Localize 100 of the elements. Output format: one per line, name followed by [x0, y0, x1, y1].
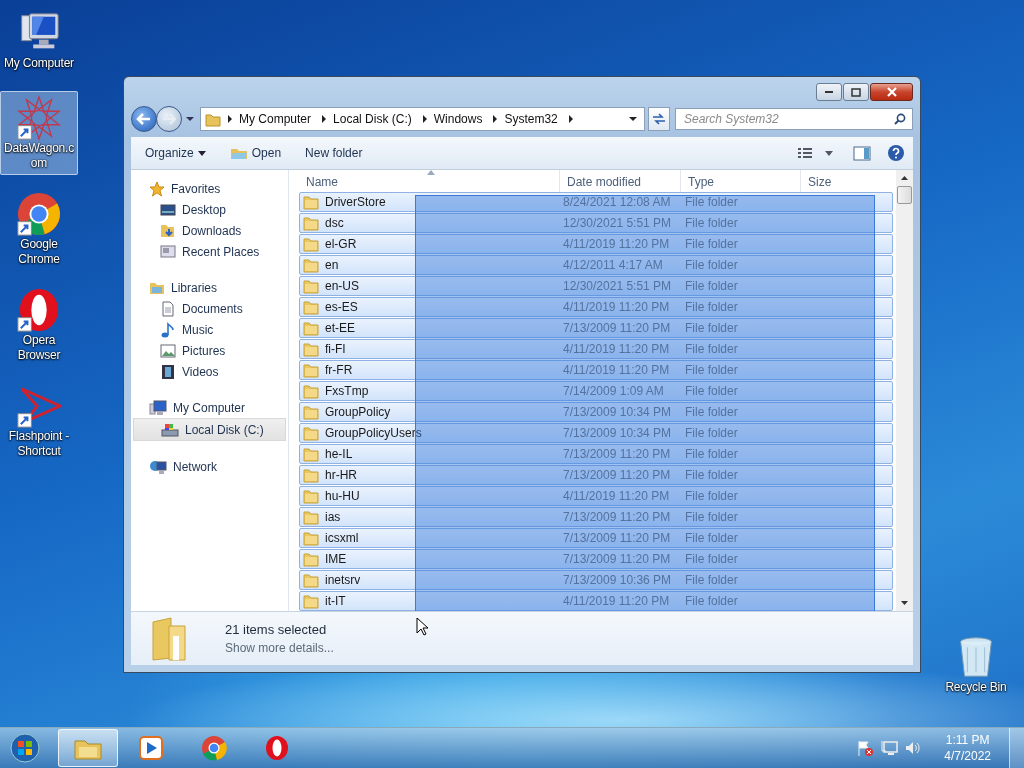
folder-icon [303, 593, 319, 609]
network-icon[interactable] [880, 739, 899, 757]
computer-icon [149, 399, 167, 416]
nav-item[interactable]: Videos [131, 361, 288, 382]
folder-icon [303, 257, 319, 273]
type-cell: File folder [685, 237, 738, 251]
breadcrumb[interactable]: Local Disk (C:) [333, 112, 412, 126]
opera-icon [264, 735, 290, 761]
desktop-shortcut[interactable]: Google Chrome [0, 187, 78, 271]
chevron-icon[interactable] [421, 115, 428, 123]
file-row[interactable]: es-ES 4/11/2019 11:20 PM File folder [299, 297, 893, 317]
date-cell: 4/11/2019 11:20 PM [563, 363, 670, 377]
file-row[interactable]: el-GR 4/11/2019 11:20 PM File folder [299, 234, 893, 254]
scroll-down-icon [901, 601, 908, 605]
file-row[interactable]: he-IL 7/13/2009 11:20 PM File folder [299, 444, 893, 464]
nav-item[interactable]: Downloads [131, 220, 288, 241]
file-row[interactable]: IME 7/13/2009 11:20 PM File folder [299, 549, 893, 569]
maximize-icon [851, 87, 861, 97]
nav-item[interactable]: Network [131, 456, 288, 477]
file-row[interactable]: hr-HR 7/13/2009 11:20 PM File folder [299, 465, 893, 485]
file-row[interactable]: en 4/12/2011 4:17 AM File folder [299, 255, 893, 275]
folder-icon [303, 299, 319, 315]
new-folder-button[interactable]: New folder [299, 142, 369, 164]
date-cell: 4/11/2019 11:20 PM [563, 594, 670, 608]
show-more-details-link[interactable]: Show more details... [225, 641, 334, 655]
desktop-shortcut[interactable]: Flashpoint - Shortcut [0, 379, 78, 463]
dropdown-arrow-icon[interactable] [185, 116, 195, 122]
nav-item[interactable]: Local Disk (C:) [133, 418, 286, 441]
refresh-button[interactable] [648, 107, 670, 131]
address-bar[interactable]: My Computer Local Disk (C:) Windows System32 [200, 107, 645, 131]
drive-icon [161, 421, 179, 438]
file-row[interactable]: DriverStore 8/24/2021 12:08 AM File folder [299, 192, 893, 212]
desktop-shortcut[interactable]: DataWagon.com [0, 91, 78, 175]
scrollbar[interactable] [896, 170, 913, 611]
organize-menu-button[interactable]: Organize [139, 142, 212, 164]
film-icon [160, 363, 176, 380]
nav-label: Videos [182, 364, 219, 379]
file-row[interactable]: fr-FR 4/11/2019 11:20 PM File folder [299, 360, 893, 380]
file-row[interactable]: dsc 12/30/2021 5:51 PM File folder [299, 213, 893, 233]
preview-pane-icon [853, 145, 871, 161]
folder-icon [303, 488, 319, 504]
help-button[interactable] [885, 142, 907, 164]
minimize-button[interactable] [816, 83, 842, 101]
breadcrumb[interactable]: Windows [433, 112, 483, 126]
breadcrumb[interactable]: My Computer [239, 112, 312, 126]
nav-item[interactable]: Libraries [131, 277, 288, 298]
type-cell: File folder [685, 279, 738, 293]
chevron-icon[interactable] [321, 115, 328, 123]
nav-item[interactable]: My Computer [131, 397, 288, 418]
file-name: hu-HU [325, 489, 360, 503]
file-row[interactable]: FxsTmp 7/14/2009 1:09 AM File folder [299, 381, 893, 401]
file-row[interactable]: fi-FI 4/11/2019 11:20 PM File folder [299, 339, 893, 359]
nav-item[interactable]: Music [131, 319, 288, 340]
folder-icon [303, 194, 319, 210]
desktop-shortcut[interactable]: Recycle Bin [938, 630, 1014, 699]
action-center-flag-icon[interactable] [856, 739, 875, 757]
file-row[interactable]: icsxml 7/13/2009 11:20 PM File folder [299, 528, 893, 548]
chevron-icon[interactable] [492, 115, 499, 123]
folder-icon [303, 362, 319, 378]
date-cell: 7/13/2009 10:36 PM [563, 573, 672, 587]
nav-item[interactable]: Documents [131, 298, 288, 319]
nav-label: Local Disk (C:) [185, 422, 264, 437]
desktop-shortcut[interactable]: Opera Browser [0, 283, 78, 367]
forward-button[interactable] [156, 106, 182, 132]
folder-icon [303, 278, 319, 294]
nav-item[interactable]: Favorites [131, 178, 288, 199]
open-button[interactable]: Open [223, 142, 288, 164]
date-cell: 4/11/2019 11:20 PM [563, 300, 670, 314]
column-header[interactable]: Size [801, 170, 879, 192]
desktop-shortcut[interactable]: My Computer [0, 6, 78, 75]
shortcut-label: Opera Browser [16, 333, 62, 363]
scroll-thumb[interactable] [897, 186, 912, 204]
back-button[interactable] [131, 106, 157, 132]
shortcut-label: DataWagon.com [2, 141, 76, 171]
close-button[interactable] [870, 83, 913, 101]
file-row[interactable]: et-EE 7/13/2009 11:20 PM File folder [299, 318, 893, 338]
type-cell: File folder [685, 321, 738, 335]
file-name: he-IL [325, 447, 353, 461]
nav-item[interactable]: Pictures [131, 340, 288, 361]
file-row[interactable]: inetsrv 7/13/2009 10:36 PM File folder [299, 570, 893, 590]
chevron-icon[interactable] [227, 115, 233, 123]
nav-item[interactable]: Desktop [131, 199, 288, 220]
nav-label: Network [173, 459, 217, 474]
search-field[interactable]: Search System32 [675, 108, 913, 130]
nav-item[interactable]: Recent Places [131, 241, 288, 262]
file-row[interactable]: it-IT 4/11/2019 11:20 PM File folder [299, 591, 893, 611]
type-cell: File folder [685, 300, 738, 314]
breadcrumb[interactable]: System32 [504, 112, 558, 126]
file-row[interactable]: hu-HU 4/11/2019 11:20 PM File folder [299, 486, 893, 506]
file-row[interactable]: GroupPolicy 7/13/2009 10:34 PM File folder [299, 402, 893, 422]
maximize-button[interactable] [843, 83, 869, 101]
clock[interactable]: 1:11 PM 4/7/2022 [944, 732, 991, 764]
chevron-icon[interactable] [567, 115, 574, 123]
search-icon [894, 113, 906, 125]
preview-pane-button[interactable] [851, 143, 873, 163]
file-row[interactable]: en-US 12/30/2021 5:51 PM File folder [299, 276, 893, 296]
dropdown-arrow-icon[interactable] [629, 116, 638, 122]
type-cell: File folder [685, 594, 738, 608]
chrome-icon [16, 191, 62, 237]
file-row[interactable]: ias 7/13/2009 11:20 PM File folder [299, 507, 893, 527]
